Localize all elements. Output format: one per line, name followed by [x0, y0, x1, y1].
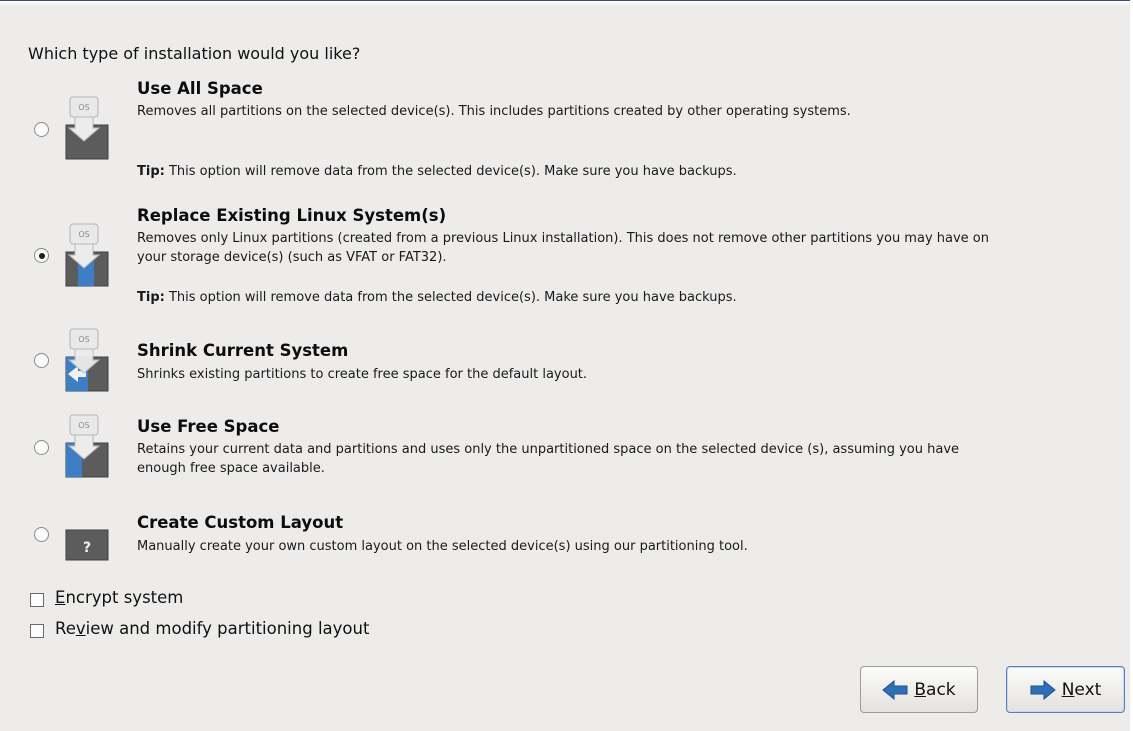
- option-title: Use All Space: [137, 79, 263, 98]
- tip-text: This option will remove data from the se…: [164, 290, 737, 305]
- tip-text: This option will remove data from the se…: [164, 164, 737, 179]
- option-description: Removes all partitions on the selected d…: [137, 104, 851, 119]
- disk-shrink-icon: OS: [65, 328, 109, 392]
- label-prefix: Re: [55, 619, 76, 638]
- mnemonic-letter: B: [914, 679, 927, 700]
- os-label: OS: [78, 230, 89, 239]
- next-button[interactable]: Next: [1006, 666, 1125, 713]
- tip-label: Tip:: [137, 164, 165, 179]
- question-mark-label: ?: [83, 540, 91, 556]
- encrypt-system-label[interactable]: Encrypt system: [55, 588, 183, 607]
- option-title: Use Free Space: [137, 417, 280, 436]
- review-layout-label[interactable]: Review and modify partitioning layout: [55, 619, 369, 638]
- option-description: Removes only Linux partitions (created f…: [137, 231, 989, 265]
- disk-replace-linux-icon: OS: [65, 223, 109, 287]
- label-rest: iew and modify partitioning layout: [85, 619, 370, 638]
- radio-use-free-space[interactable]: [34, 440, 49, 455]
- page-question: Which type of installation would you lik…: [28, 44, 361, 63]
- os-label: OS: [78, 421, 89, 430]
- tip-label: Tip:: [137, 290, 165, 305]
- option-description: Manually create your own custom layout o…: [137, 539, 748, 554]
- radio-create-custom[interactable]: [34, 527, 49, 542]
- option-tip: Tip: This option will remove data from t…: [137, 290, 737, 305]
- button-label: ext: [1074, 679, 1102, 700]
- option-title: Shrink Current System: [137, 341, 349, 360]
- disk-custom-icon: ?: [65, 529, 109, 561]
- mnemonic-letter: v: [75, 619, 86, 638]
- mnemonic-letter: E: [55, 588, 66, 607]
- mnemonic-letter: N: [1061, 679, 1075, 700]
- top-border: [0, 0, 1133, 6]
- option-title: Replace Existing Linux System(s): [137, 206, 447, 225]
- review-layout-checkbox[interactable]: [30, 624, 44, 638]
- radio-shrink-current[interactable]: [34, 353, 49, 368]
- encrypt-system-checkbox[interactable]: [30, 593, 44, 607]
- disk-free-space-icon: OS: [65, 414, 109, 478]
- radio-replace-linux[interactable]: [34, 248, 49, 263]
- button-label: ack: [926, 679, 956, 700]
- option-title: Create Custom Layout: [137, 513, 344, 532]
- option-tip: Tip: This option will remove data from t…: [137, 164, 737, 179]
- disk-all-space-icon: OS: [65, 96, 109, 160]
- back-button[interactable]: Back: [860, 666, 978, 713]
- option-description: Shrinks existing partitions to create fr…: [137, 367, 588, 382]
- next-arrow-icon: [1030, 679, 1056, 700]
- radio-use-all-space[interactable]: [34, 122, 49, 137]
- os-label: OS: [78, 335, 89, 344]
- back-arrow-icon: [882, 679, 908, 700]
- os-label: OS: [78, 103, 89, 112]
- option-description: Retains your current data and partitions…: [137, 442, 960, 476]
- label-rest: ncrypt system: [65, 588, 184, 607]
